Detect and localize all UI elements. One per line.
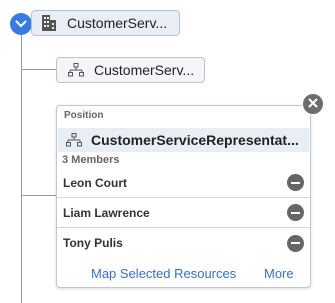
close-card-button[interactable] bbox=[302, 93, 324, 115]
tree-connector-vertical bbox=[21, 30, 22, 303]
minus-icon bbox=[291, 181, 300, 184]
tree-node-label: CustomerServ... bbox=[94, 62, 195, 78]
tree-connector-horizontal bbox=[21, 69, 57, 70]
org-chart-icon bbox=[67, 61, 85, 79]
remove-member-button[interactable] bbox=[287, 174, 304, 191]
member-row: Tony Pulis bbox=[57, 228, 310, 258]
more-link[interactable]: More bbox=[264, 266, 294, 281]
chevron-down-icon bbox=[15, 15, 27, 33]
remove-member-button[interactable] bbox=[287, 204, 304, 221]
minus-icon bbox=[291, 242, 300, 244]
card-title[interactable]: CustomerServiceRepresentat... bbox=[58, 128, 309, 152]
member-name: Leon Court bbox=[63, 175, 127, 190]
remove-member-button[interactable] bbox=[287, 234, 304, 252]
member-row: Leon Court bbox=[57, 168, 310, 198]
tree-node-child[interactable]: CustomerServ... bbox=[56, 57, 205, 83]
member-name: Liam Lawrence bbox=[63, 205, 150, 220]
tree-node-root[interactable]: CustomerServ... bbox=[31, 10, 180, 36]
org-chart-icon bbox=[65, 131, 83, 149]
tree-connector-horizontal bbox=[21, 195, 57, 196]
building-icon bbox=[40, 14, 58, 32]
tree-node-label: CustomerServ... bbox=[67, 15, 168, 31]
card-title-text: CustomerServiceRepresentat... bbox=[91, 132, 299, 148]
members-count: 3 Members bbox=[62, 154, 120, 166]
map-selected-resources-link[interactable]: Map Selected Resources bbox=[91, 266, 236, 281]
card-type-label: Position bbox=[64, 110, 104, 121]
close-icon bbox=[308, 95, 318, 113]
position-card: Position CustomerServiceRepresentat... 3… bbox=[56, 105, 311, 288]
collapse-toggle[interactable] bbox=[10, 13, 32, 35]
member-name: Tony Pulis bbox=[63, 236, 123, 250]
member-row: Liam Lawrence bbox=[57, 198, 310, 228]
minus-icon bbox=[291, 211, 300, 214]
